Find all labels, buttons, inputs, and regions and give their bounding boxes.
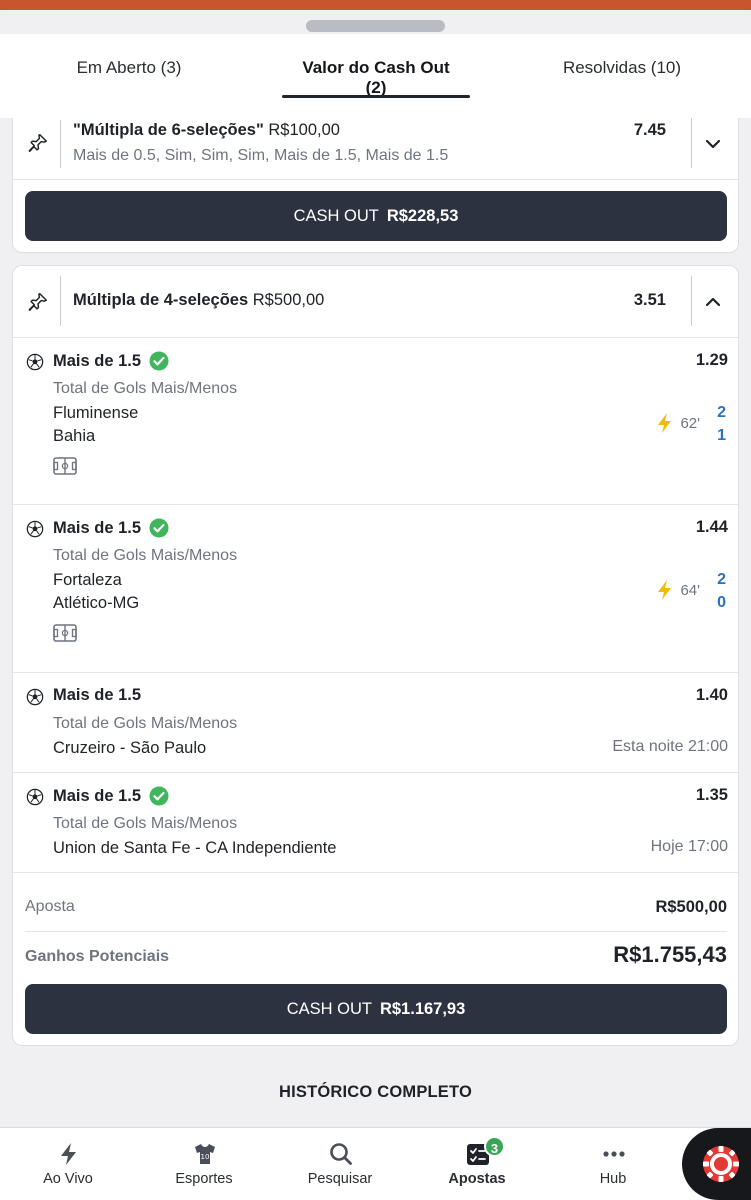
lightning-icon [61, 1143, 76, 1165]
pitch-icon[interactable] [53, 624, 77, 642]
bet-odds: 3.51 [633, 291, 666, 309]
bet-card-6-selecoes: "Múltipla de 6-seleções" R$100,00 Mais d… [12, 118, 739, 253]
selection-market: Total de Gols Mais/Menos [53, 715, 238, 732]
header-divider [60, 276, 61, 326]
selection-market: Total de Gols Mais/Menos [53, 380, 238, 397]
nav-pesquisar[interactable]: Pesquisar [275, 1128, 405, 1200]
cash-out-button[interactable]: CASH OUT R$1.167,93 [25, 984, 727, 1034]
tab-resolvidas[interactable]: Resolvidas (10) [552, 58, 692, 98]
ganhos-row: Ganhos Potenciais R$1.755,43 [25, 936, 727, 976]
match-time: Hoje 17:00 [650, 838, 728, 855]
tab-em-aberto[interactable]: Em Aberto (3) [56, 58, 202, 98]
selection-item: Mais de 1.5 1.29 Total de Gols Mais/Meno… [13, 338, 738, 505]
check-circle-icon [149, 786, 169, 806]
cash-out-amount: R$1.167,93 [379, 999, 466, 1018]
check-circle-icon [149, 518, 169, 538]
nav-ao-vivo[interactable]: Ao Vivo [3, 1128, 133, 1200]
aposta-row: Aposta R$500,00 [25, 888, 727, 932]
lightning-icon [658, 413, 672, 433]
bet-title: "Múltipla de 6-seleções" [73, 121, 264, 139]
away-team: Bahia [53, 427, 96, 445]
pin-icon[interactable] [27, 132, 49, 154]
chevron-down-icon[interactable] [703, 134, 723, 154]
away-score: 0 [717, 594, 726, 611]
away-team: Atlético-MG [53, 594, 140, 612]
jersey-icon: 10 [195, 1144, 215, 1164]
check-circle-icon [149, 351, 169, 371]
search-icon [330, 1143, 352, 1165]
nav-label: Apostas [448, 1171, 506, 1187]
nav-label: Esportes [175, 1171, 233, 1187]
bet-stake: R$100,00 [268, 121, 340, 139]
bet-selections-summary: Mais de 0.5, Sim, Sim, Sim, Mais de 1.5,… [73, 147, 449, 164]
ganhos-label: Ganhos Potenciais [25, 948, 170, 965]
selection-pick: Mais de 1.5 [53, 351, 142, 370]
pitch-icon[interactable] [53, 457, 77, 475]
ganhos-value: R$1.755,43 [613, 942, 727, 967]
selection-item: Mais de 1.5 1.40 Total de Gols Mais/Meno… [13, 673, 738, 773]
tab-valor-cash-out[interactable]: Valor do Cash Out (2) [282, 58, 470, 98]
home-score: 2 [717, 404, 726, 421]
selection-market: Total de Gols Mais/Menos [53, 815, 238, 832]
bottom-navigation: Ao Vivo 10 Esportes Pesquisar 3 Apostas … [0, 1127, 751, 1200]
drag-handle[interactable] [306, 20, 445, 32]
home-team: Fluminense [53, 404, 139, 422]
selection-odds: 1.40 [695, 686, 728, 704]
header-divider-right [691, 118, 692, 168]
match-time: Esta noite 21:00 [612, 738, 728, 755]
nav-label: Pesquisar [307, 1171, 373, 1187]
nav-label: Hub [599, 1171, 627, 1187]
selection-odds: 1.29 [695, 351, 728, 369]
selection-item: Mais de 1.5 1.35 Total de Gols Mais/Meno… [13, 773, 738, 873]
cash-out-label: CASH OUT [286, 999, 372, 1018]
top-strip [0, 0, 751, 10]
casino-chip-icon [703, 1146, 739, 1182]
cash-out-button[interactable]: CASH OUT R$228,53 [25, 191, 727, 241]
selection-odds: 1.35 [695, 786, 728, 804]
historico-completo-link[interactable]: HISTÓRICO COMPLETO [0, 1083, 751, 1102]
selection-item: Mais de 1.5 1.44 Total de Gols Mais/Meno… [13, 505, 738, 673]
soccer-ball-icon [26, 353, 44, 371]
dots-icon [603, 1151, 625, 1157]
casino-chip-button[interactable] [682, 1128, 751, 1200]
nav-label: Ao Vivo [43, 1171, 93, 1187]
apostas-count-badge: 3 [484, 1136, 505, 1157]
soccer-ball-icon [26, 520, 44, 538]
bet-stake: R$500,00 [252, 291, 325, 309]
svg-text:10: 10 [201, 1153, 210, 1161]
pin-icon[interactable] [27, 291, 49, 313]
nav-apostas[interactable]: 3 Apostas [412, 1128, 542, 1200]
match-name: Cruzeiro - São Paulo [53, 739, 207, 757]
selection-pick: Mais de 1.5 [53, 786, 142, 805]
aposta-value: R$500,00 [655, 898, 727, 916]
soccer-ball-icon [26, 788, 44, 806]
bet-header[interactable]: "Múltipla de 6-seleções" R$100,00 Mais d… [13, 118, 738, 180]
away-score: 1 [717, 427, 726, 444]
header-divider-right [691, 276, 692, 326]
aposta-label: Aposta [25, 898, 75, 915]
bet-title: Múltipla de 4-seleções [73, 291, 249, 309]
selection-market: Total de Gols Mais/Menos [53, 547, 238, 564]
lightning-icon [658, 580, 672, 600]
soccer-ball-icon [26, 688, 44, 706]
selection-pick: Mais de 1.5 [53, 686, 142, 704]
bet-card-4-selecoes: Múltipla de 4-seleções R$500,00 3.51 Mai… [12, 265, 739, 1046]
home-team: Fortaleza [53, 571, 122, 589]
match-minute: 64' [680, 581, 700, 599]
match-name: Union de Santa Fe - CA Independiente [53, 839, 337, 857]
chevron-up-icon[interactable] [703, 292, 723, 312]
bet-tabs: Em Aberto (3) Valor do Cash Out (2) Reso… [0, 34, 751, 118]
selection-pick: Mais de 1.5 [53, 518, 142, 537]
cash-out-amount: R$228,53 [386, 206, 459, 225]
match-minute: 62' [680, 414, 700, 432]
nav-esportes[interactable]: 10 Esportes [139, 1128, 269, 1200]
selection-odds: 1.44 [695, 518, 728, 536]
bet-header[interactable]: Múltipla de 4-seleções R$500,00 3.51 [13, 266, 738, 338]
bet-odds: 7.45 [633, 121, 666, 139]
nav-hub[interactable]: Hub [548, 1128, 678, 1200]
header-divider [60, 120, 61, 168]
home-score: 2 [717, 571, 726, 588]
cash-out-label: CASH OUT [293, 206, 379, 225]
